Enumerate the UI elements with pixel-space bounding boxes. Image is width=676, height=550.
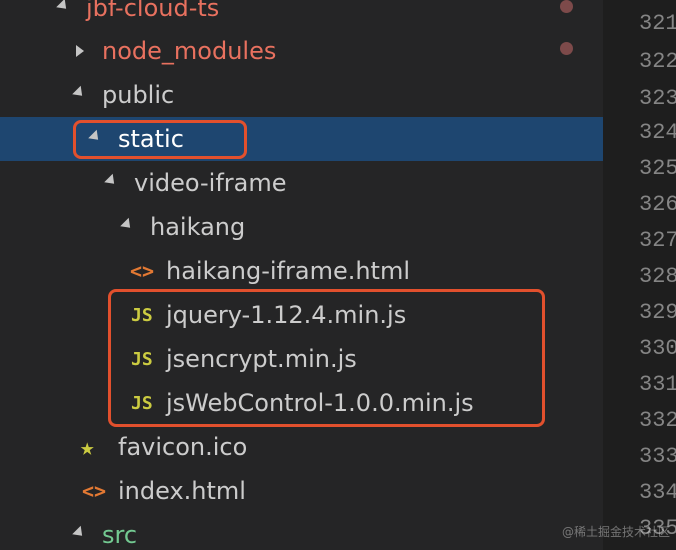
line-number: 328 <box>639 264 676 289</box>
line-number: 321 <box>639 11 676 36</box>
tree-item-favicon-ico[interactable]: ★ favicon.ico <box>0 425 603 469</box>
tree-item-public[interactable]: public <box>0 73 603 117</box>
html-icon: <> <box>82 479 107 503</box>
line-number: 323 <box>639 86 676 111</box>
tree-item-jbf-cloud-ts[interactable]: jbf-cloud-ts <box>0 0 603 30</box>
chevron-down-icon[interactable] <box>70 513 90 550</box>
html-icon: <> <box>130 259 155 283</box>
line-number: 334 <box>639 480 676 505</box>
tree-item-video-iframe[interactable]: video-iframe <box>0 161 603 205</box>
tree-item-label: haikang-iframe.html <box>166 257 411 285</box>
line-number: 329 <box>639 300 676 325</box>
chevron-down-icon[interactable] <box>118 205 138 249</box>
tree-item-label: public <box>102 81 175 109</box>
chevron-right-icon[interactable] <box>70 29 90 73</box>
file-explorer: jbf-cloud-ts node_modules public static … <box>0 0 603 550</box>
tree-item-label: node_modules <box>102 37 277 65</box>
line-number: 330 <box>639 336 676 361</box>
chevron-down-icon[interactable] <box>70 73 90 117</box>
line-number: 332 <box>639 408 676 433</box>
tree-item-haikang-iframe-html[interactable]: <> haikang-iframe.html <box>0 249 603 293</box>
line-number: 331 <box>639 372 676 397</box>
chevron-down-icon[interactable] <box>54 0 74 30</box>
tree-item-src[interactable]: src <box>0 513 603 550</box>
tree-item-node-modules[interactable]: node_modules <box>0 29 603 73</box>
tree-item-label: favicon.ico <box>118 433 248 461</box>
tree-item-haikang[interactable]: haikang <box>0 205 603 249</box>
chevron-down-icon[interactable] <box>102 161 122 205</box>
git-status-dot-icon <box>560 0 573 13</box>
star-icon: ★ <box>80 433 95 461</box>
tree-item-index-html[interactable]: <> index.html <box>0 469 603 513</box>
line-number: 333 <box>639 444 676 469</box>
line-number: 326 <box>639 192 676 217</box>
tree-item-label: jbf-cloud-ts <box>86 0 220 22</box>
line-number: 322 <box>639 49 676 74</box>
tree-item-label: src <box>102 521 138 549</box>
tree-item-label: video-iframe <box>134 169 287 197</box>
line-number: 327 <box>639 228 676 253</box>
line-number: 324 <box>639 120 676 145</box>
line-number: 325 <box>639 156 676 181</box>
highlight-box-js-files <box>108 289 545 427</box>
editor-window: jbf-cloud-ts node_modules public static … <box>0 0 676 550</box>
tree-item-label: index.html <box>118 477 246 505</box>
editor-line-gutter: 321 322 323 324 325 326 327 328 329 330 … <box>603 0 676 550</box>
watermark: @稀土掘金技术社区 <box>561 525 670 539</box>
highlight-box-static <box>73 120 247 159</box>
git-status-dot-icon <box>560 42 573 55</box>
tree-item-label: haikang <box>150 213 246 241</box>
